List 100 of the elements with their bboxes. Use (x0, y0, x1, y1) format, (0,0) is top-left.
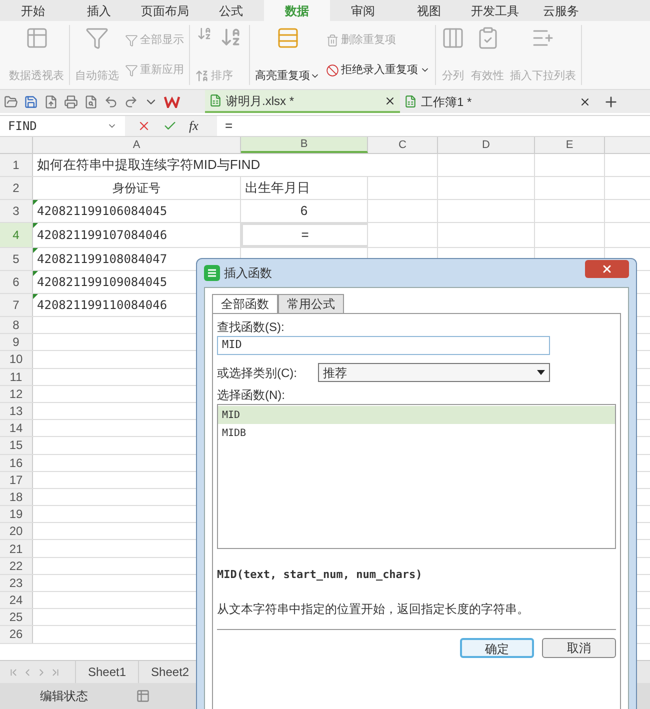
menu-tab[interactable]: 开始 (0, 0, 66, 21)
row-header[interactable]: 17 (0, 472, 33, 488)
dialog-button[interactable]: 确定 (460, 638, 534, 658)
formula-field[interactable]: = (217, 116, 650, 136)
dialog-tab[interactable]: 全部函数 (212, 294, 278, 313)
filter-icon (125, 34, 138, 46)
ribbon-button[interactable]: 高亮重复项 (253, 26, 322, 84)
row-header[interactable]: 9 (0, 334, 33, 350)
row-header[interactable]: 8 (0, 317, 33, 334)
cancel-icon[interactable] (137, 119, 151, 133)
sort-icon[interactable] (220, 26, 242, 48)
table-cell-text: 身份证号 (112, 180, 160, 197)
table-cell-text: 出生年月日 (245, 179, 310, 198)
row-header[interactable]: 1 (0, 154, 33, 176)
row-header[interactable]: 21 (0, 540, 33, 557)
sort-ascending-icon[interactable] (197, 26, 212, 41)
print-icon[interactable] (64, 94, 78, 108)
menu-tab[interactable]: 审阅 (330, 0, 396, 21)
caret-icon (537, 370, 545, 375)
row-header[interactable]: 19 (0, 506, 33, 522)
menu-tab[interactable]: 开发工具 (462, 0, 528, 21)
close-icon[interactable] (384, 94, 396, 106)
document-tab[interactable]: 工作簿1 * (400, 90, 595, 113)
sort-descending-icon (195, 68, 209, 83)
row-header[interactable]: 18 (0, 488, 33, 506)
app-logo-icon (204, 265, 220, 281)
error-marker-icon (33, 248, 38, 253)
function-signature: MID(text, start_num, num_chars) (217, 567, 424, 583)
table-cell-text: 420821199109084045 (37, 274, 168, 291)
row-header[interactable]: 12 (0, 386, 33, 402)
row-header[interactable]: 25 (0, 609, 33, 626)
close-icon[interactable] (579, 96, 591, 108)
name-box[interactable]: FIND (0, 116, 125, 136)
function-list-item[interactable]: MIDB (218, 424, 615, 442)
export-icon[interactable] (44, 94, 58, 108)
menu-tab[interactable]: 云服务 (528, 0, 594, 21)
table-cell-text: 420821199107084046 (37, 227, 168, 244)
menu-tab[interactable]: 插入 (66, 0, 132, 21)
dialog-title: 插入函数 (224, 265, 273, 282)
column-header[interactable]: E (535, 137, 605, 153)
row-header[interactable]: 14 (0, 420, 33, 436)
table-cell-text: 420821199108084047 (37, 251, 168, 268)
column-header[interactable]: C (368, 137, 438, 153)
search-field[interactable]: MID (217, 336, 550, 355)
undo-icon[interactable] (104, 94, 118, 108)
open-icon[interactable] (4, 94, 18, 108)
row-header[interactable]: 26 (0, 626, 33, 643)
function-list-item[interactable]: MID (218, 406, 615, 424)
ribbon-button[interactable]: 拒绝录入重复项 (324, 62, 432, 78)
row-header[interactable]: 20 (0, 523, 33, 540)
dialog-button[interactable]: 取消 (542, 638, 616, 658)
dialog-tab[interactable]: 常用公式 (278, 294, 344, 313)
close-button[interactable] (585, 260, 629, 278)
menu-tab[interactable]: 公式 (198, 0, 264, 21)
error-marker-icon (33, 200, 38, 205)
logo-icon (164, 96, 180, 108)
reject-icon (326, 64, 339, 76)
column-header[interactable]: D (438, 137, 535, 153)
sheet-icon[interactable] (136, 689, 150, 703)
document-tab[interactable]: 谢明月.xlsx * (205, 90, 400, 113)
row-header[interactable]: 4 (0, 223, 33, 247)
row-header[interactable]: 22 (0, 558, 33, 574)
row-header[interactable]: 10 (0, 351, 33, 368)
title-cell-text: 如何在符串中提取连续字符MID与FIND (37, 156, 260, 174)
row-header[interactable]: 11 (0, 368, 33, 385)
save-icon[interactable] (24, 94, 38, 108)
table-cell-text: 6 (300, 202, 308, 220)
error-marker-icon (33, 294, 38, 299)
menu-tab[interactable]: 视图 (396, 0, 462, 21)
redo-icon[interactable] (124, 94, 138, 108)
preview-icon[interactable] (84, 94, 98, 108)
row-header[interactable]: 5 (0, 248, 33, 270)
column-header[interactable]: B (241, 137, 368, 153)
new-tab-icon[interactable] (603, 94, 619, 110)
menu-tab[interactable]: 数据 (264, 0, 330, 21)
columns-icon (441, 26, 465, 50)
function-button[interactable]: fx (189, 116, 198, 136)
category-label: 或选择类别(C): (217, 364, 298, 382)
spreadsheet-icon (404, 95, 417, 108)
table-cell-text: 420821199110084046 (37, 297, 168, 314)
row-header[interactable]: 6 (0, 271, 33, 293)
row-header[interactable]: 7 (0, 294, 33, 316)
pivot-table-icon (24, 26, 48, 50)
table-cell-text: = (301, 226, 309, 244)
document-tab-label: 工作簿1 * (421, 94, 473, 110)
row-header[interactable]: 2 (0, 177, 33, 199)
table-cell-text: 420821199106084045 (37, 203, 168, 220)
spreadsheet-icon (209, 94, 222, 107)
row-header[interactable]: 16 (0, 454, 33, 471)
row-header[interactable]: 23 (0, 574, 33, 591)
status-text: 编辑状态 (40, 688, 88, 705)
menu-tab[interactable]: 页面布局 (132, 0, 198, 21)
row-header[interactable]: 3 (0, 200, 33, 222)
close-icon (601, 263, 613, 275)
row-header[interactable]: 13 (0, 402, 33, 420)
row-header[interactable]: 15 (0, 437, 33, 454)
search-label: 查找函数(S): (217, 319, 286, 336)
list-label: 选择函数(N): (217, 387, 286, 404)
row-header[interactable]: 24 (0, 592, 33, 608)
category-dropdown[interactable]: 推荐 (318, 363, 550, 382)
